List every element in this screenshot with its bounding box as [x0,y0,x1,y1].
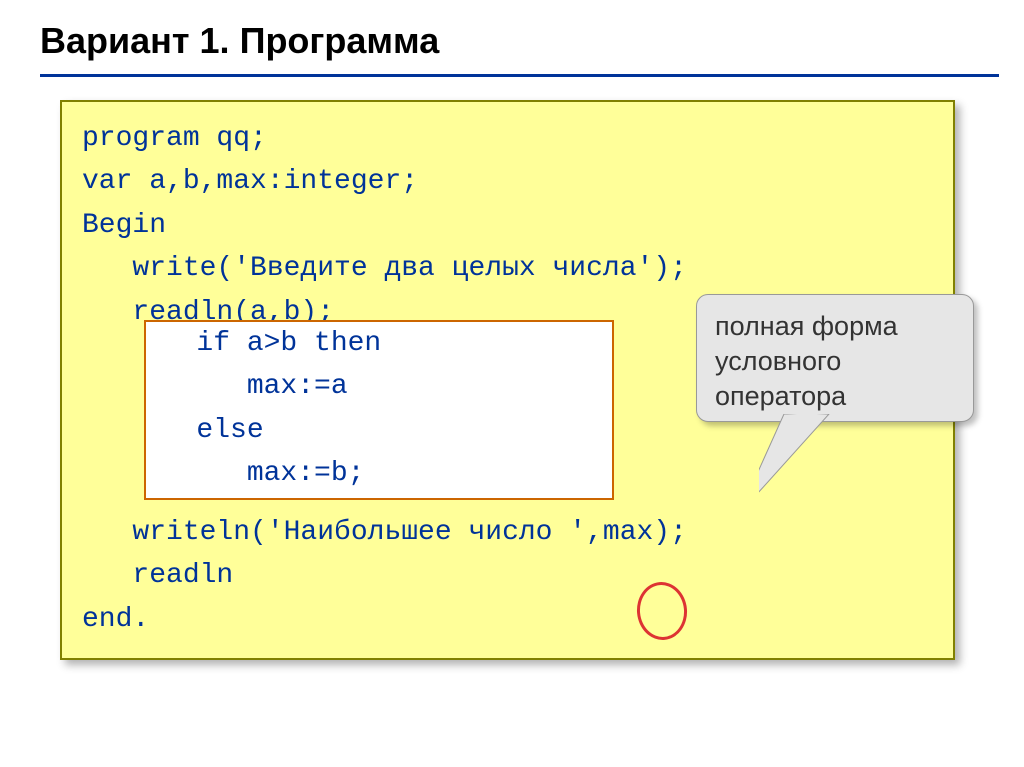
title-underline [40,74,999,77]
code-line-4: write('Введите два целых числа'); [82,247,933,290]
page-title: Вариант 1. Программа [0,0,1024,74]
highlight-box: if a>b then max:=a else max:=b; [144,320,614,500]
callout-line-2: условного [715,344,955,379]
code-line-1: program qq; [82,117,933,160]
callout-line-3: оператора [715,379,955,414]
code-line-7: max:=a [146,365,612,408]
code-line-3: Begin [82,204,933,247]
code-line-6: if a>b then [146,322,612,365]
callout-line-1: полная форма [715,309,955,344]
code-line-2: var a,b,max:integer; [82,160,933,203]
callout-annotation: полная форма условного оператора [696,294,974,422]
code-line-12: end. [82,598,933,641]
code-line-9: max:=b; [146,452,612,495]
code-line-11: readln [82,554,933,597]
code-line-8: else [146,409,612,452]
